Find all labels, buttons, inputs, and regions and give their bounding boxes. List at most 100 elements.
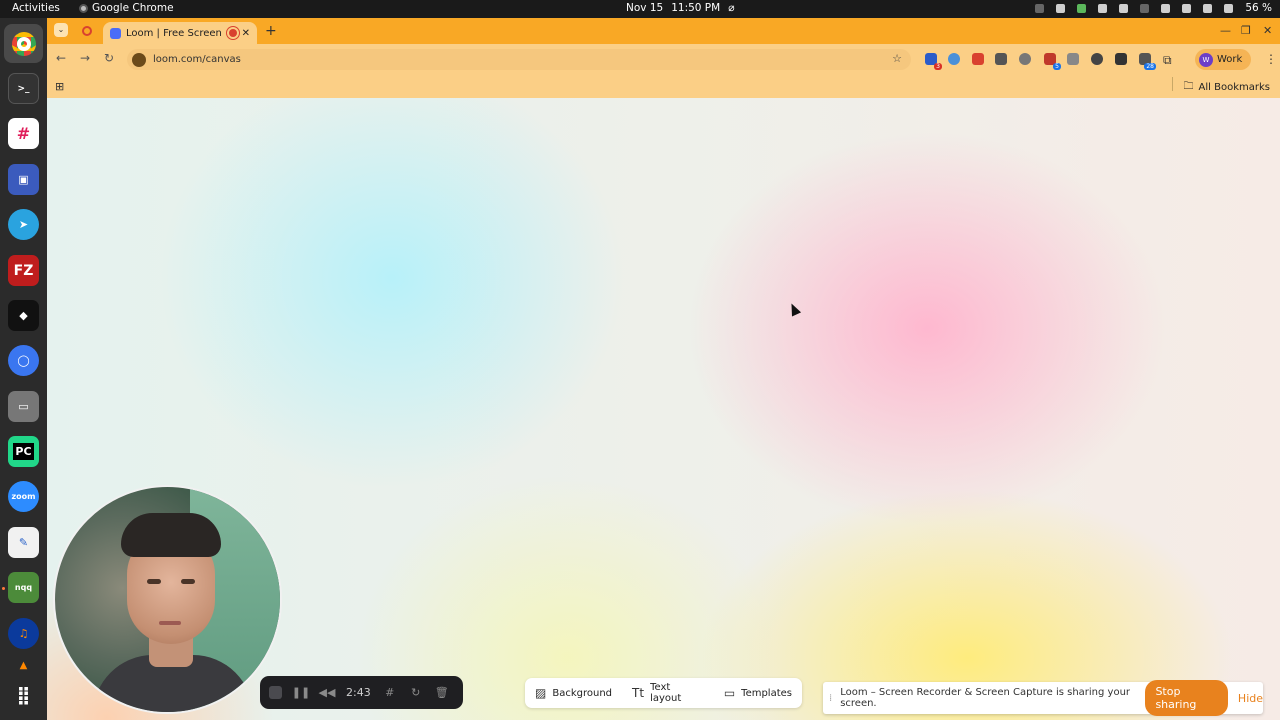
templates-option[interactable]: ▭ Templates (724, 686, 792, 700)
restart-icon: ↻ (411, 686, 421, 699)
dock-item-filezilla[interactable]: FZ (8, 255, 39, 286)
tray-app-icon (1056, 3, 1066, 13)
chrome-menu-icon[interactable]: ⋮ (1265, 52, 1277, 66)
chevron-down-icon: ⌄ (57, 25, 65, 34)
tab-title: Loom | Free Screen & (126, 27, 224, 39)
extension-5-icon[interactable] (1019, 53, 1031, 65)
dock-item-text-editor[interactable]: ✎ (8, 527, 39, 558)
browser-window: ⌄ Loom | Free Screen & ✕ + — ❐ ✕ ← → ↻ l… (47, 18, 1280, 98)
chrome-icon (11, 31, 36, 56)
all-bookmarks-button[interactable]: 🗀 All Bookmarks (1171, 77, 1270, 96)
bookmarks-bar: ⊞ 🗀 All Bookmarks (47, 74, 1280, 98)
dock-item-slack[interactable]: # (8, 118, 39, 149)
text-icon: Tt (632, 686, 645, 700)
time-label: 11:50 PM (671, 2, 721, 14)
maximize-button[interactable]: ❐ (1241, 24, 1251, 37)
running-indicator (2, 587, 5, 590)
dock: >_ # ▣ ➤ FZ ◆ ◯ ▭ PC zoom ✎ nqq ♫ ▲ ⣿ (0, 18, 47, 720)
drawing-button[interactable]: # (383, 686, 397, 700)
background-option[interactable]: ▨ Background (535, 686, 612, 700)
cloud-icon (1119, 3, 1129, 13)
battery-level: 56 % (1245, 2, 1272, 14)
rewind-icon: ◀◀ (318, 686, 336, 699)
show-apps-button[interactable]: ⣿ (8, 680, 39, 711)
telegram-icon: ➤ (18, 218, 29, 231)
back-button[interactable]: ← (56, 51, 66, 65)
activities-button[interactable]: Activities (12, 2, 60, 14)
dock-item-nqq[interactable]: nqq (8, 572, 39, 603)
folder-icon: 🗀 (1183, 81, 1194, 92)
bookmarks-divider (1171, 77, 1173, 91)
slack-tray-icon (1098, 3, 1108, 13)
app-grid-icon: ⣿ (16, 685, 31, 706)
extension-4-icon[interactable] (995, 53, 1007, 65)
clock[interactable]: Nov 15 11:50 PM ⌀ (626, 2, 735, 14)
extension-badge: 28 (1144, 63, 1156, 70)
dock-item-chrome[interactable] (4, 24, 43, 63)
extension-9-icon[interactable] (1115, 53, 1127, 65)
site-info-icon[interactable] (132, 52, 146, 67)
signal-icon: ◯ (17, 354, 30, 367)
stop-recording-button[interactable] (268, 686, 282, 700)
camera-person-mouth (159, 621, 181, 625)
shield-icon (1077, 3, 1087, 13)
extension-6-icon[interactable]: 5 (1044, 53, 1061, 70)
monitor-icon: ▭ (723, 686, 736, 700)
text-layout-option[interactable]: Tt Text layout (632, 682, 704, 704)
files-icon: ▭ (18, 400, 29, 413)
dock-item-pycharm[interactable]: PC (8, 436, 39, 467)
delete-button[interactable]: 🗑 (435, 686, 449, 700)
app-menu[interactable]: Google Chrome (79, 2, 174, 14)
extension-1-icon[interactable]: 3 (925, 53, 942, 70)
extension-10-icon[interactable]: 28 (1139, 53, 1156, 70)
camera-bubble[interactable] (53, 485, 282, 714)
canvas-options-bar: ▨ Background Tt Text layout ▭ Templates (525, 678, 802, 708)
dock-item-remote-desktop[interactable]: ▣ (8, 164, 39, 195)
tab-search-button[interactable]: ⌄ (54, 23, 68, 37)
microphone-icon (1035, 3, 1045, 13)
app-name: Google Chrome (92, 2, 174, 14)
camera-person-eye (147, 579, 161, 584)
unity-icon: ◆ (19, 309, 28, 322)
address-bar[interactable]: loom.com/canvas ☆ (127, 49, 911, 70)
dock-item-signal[interactable]: ◯ (8, 345, 39, 376)
bookmark-star-icon[interactable]: ☆ (892, 52, 902, 65)
dock-item-unity[interactable]: ◆ (8, 300, 39, 331)
system-tray[interactable]: 56 % (1035, 2, 1272, 14)
extension-2-icon[interactable] (948, 53, 960, 65)
extensions-puzzle-icon[interactable]: ⧉ (1163, 53, 1175, 67)
volume-icon (1182, 3, 1192, 13)
extension-8-icon[interactable] (1091, 53, 1103, 65)
tab-loom[interactable]: Loom | Free Screen & ✕ (103, 22, 257, 44)
battery-icon (1224, 3, 1234, 13)
stop-sharing-button[interactable]: Stop sharing (1145, 680, 1228, 716)
extension-3-icon[interactable] (972, 53, 984, 65)
extension-7-icon[interactable] (1067, 53, 1079, 65)
close-window-button[interactable]: ✕ (1263, 24, 1272, 37)
profile-button[interactable]: W Work (1195, 49, 1251, 70)
background-label: Background (552, 687, 613, 699)
dock-item-zoom[interactable]: zoom (8, 481, 39, 512)
apps-grid-icon[interactable]: ⊞ (55, 80, 64, 93)
hide-button[interactable]: Hide (1238, 692, 1263, 705)
rewind-button[interactable]: ◀◀ (318, 686, 336, 700)
restart-button[interactable]: ↻ (409, 686, 423, 700)
image-icon: ▨ (535, 686, 547, 700)
dock-item-vlc[interactable]: ▲ (8, 658, 39, 672)
forward-button[interactable]: → (80, 51, 90, 65)
dock-item-files[interactable]: ▭ (8, 391, 39, 422)
camera-person-hair (121, 513, 221, 557)
new-tab-button[interactable]: + (265, 23, 277, 39)
dock-item-terminal[interactable]: >_ (8, 73, 39, 104)
pause-button[interactable]: ❚❚ (292, 686, 310, 700)
minimize-button[interactable]: — (1220, 24, 1231, 37)
nqq-icon: nqq (14, 583, 33, 592)
drag-handle-icon[interactable]: ⁞ (829, 693, 832, 704)
recording-tab-indicator[interactable] (82, 26, 92, 36)
reload-button[interactable]: ↻ (104, 51, 114, 65)
close-tab-icon[interactable]: ✕ (242, 28, 250, 39)
dock-item-telegram[interactable]: ➤ (8, 209, 39, 240)
templates-label: Templates (741, 687, 792, 699)
dock-item-audacity[interactable]: ♫ (8, 618, 39, 649)
extension-badge: 3 (934, 63, 942, 70)
